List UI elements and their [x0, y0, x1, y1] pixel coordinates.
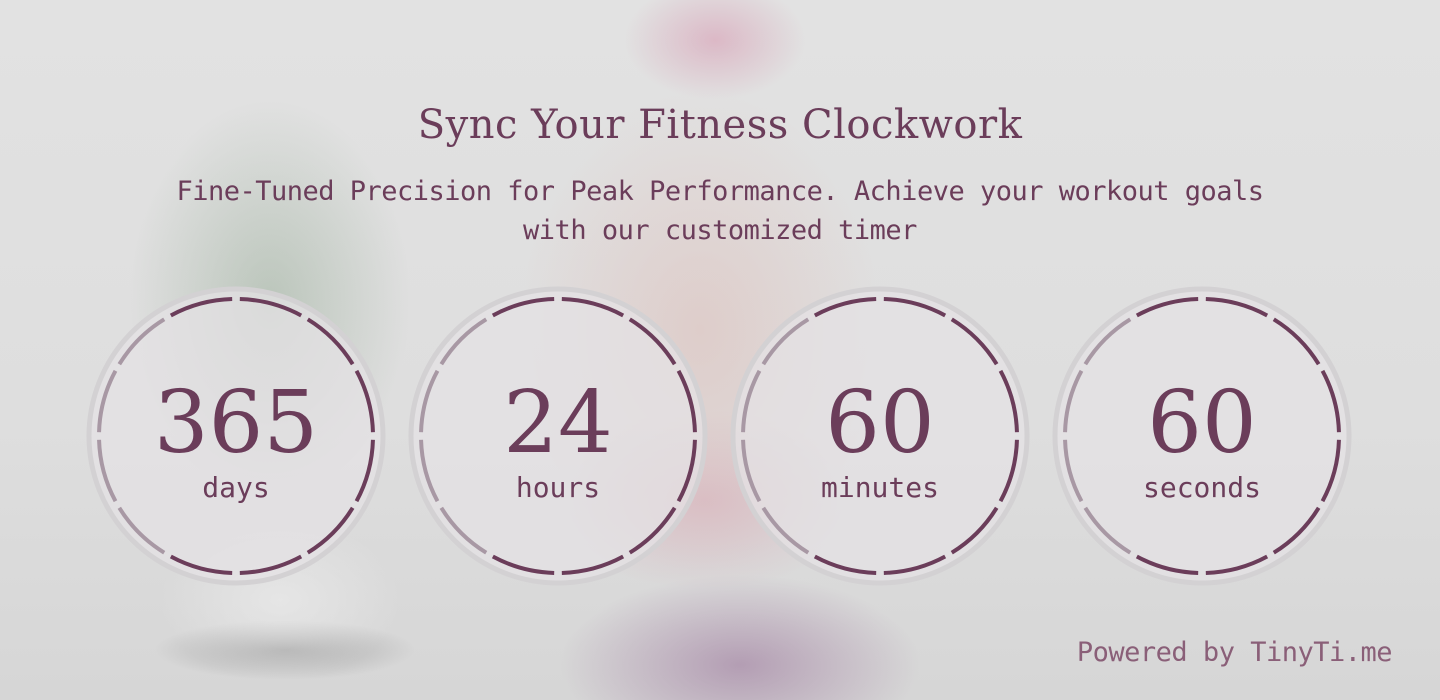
- page-subtitle: Fine-Tuned Precision for Peak Performanc…: [176, 176, 1264, 246]
- hours-label: hours: [515, 471, 601, 504]
- seconds-dial: 60 seconds: [1052, 286, 1352, 586]
- minutes-dial: 60 minutes: [730, 286, 1030, 586]
- days-dial: 365 days: [86, 286, 386, 586]
- hours-value: 24: [503, 373, 613, 473]
- seconds-value: 60: [1147, 373, 1257, 473]
- countdown-page: Sync Your Fitness Clockwork Fine-Tuned P…: [0, 0, 1440, 700]
- hours-dial: 24 hours: [408, 286, 708, 586]
- minutes-label: minutes: [820, 471, 939, 504]
- page-title: Sync Your Fitness Clockwork: [417, 102, 1023, 148]
- days-value: 365: [153, 373, 319, 473]
- countdown-timers: 365 days 24 hours 60 minutes 60 seconds: [0, 286, 1440, 586]
- minutes-value: 60: [825, 373, 935, 473]
- powered-by-link[interactable]: Powered by TinyTi.me: [1077, 637, 1393, 668]
- seconds-label: seconds: [1142, 471, 1261, 504]
- days-label: days: [202, 471, 270, 504]
